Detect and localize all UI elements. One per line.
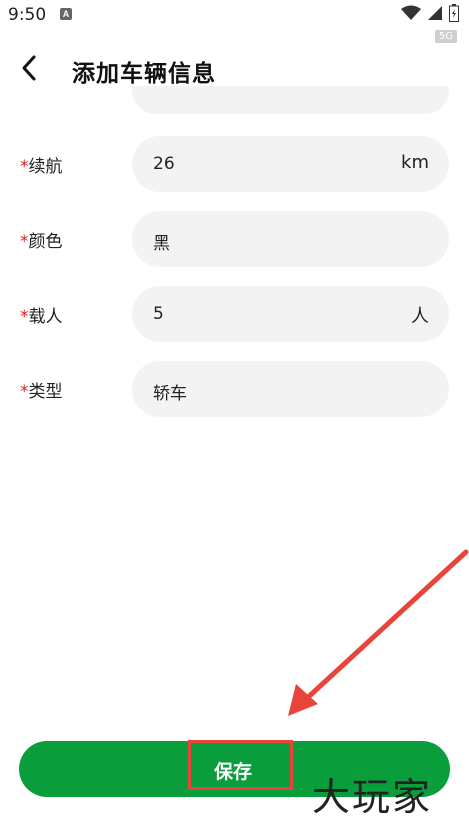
annotation-arrow xyxy=(288,549,469,716)
watermark-logo: 大玩家 xyxy=(312,775,433,819)
